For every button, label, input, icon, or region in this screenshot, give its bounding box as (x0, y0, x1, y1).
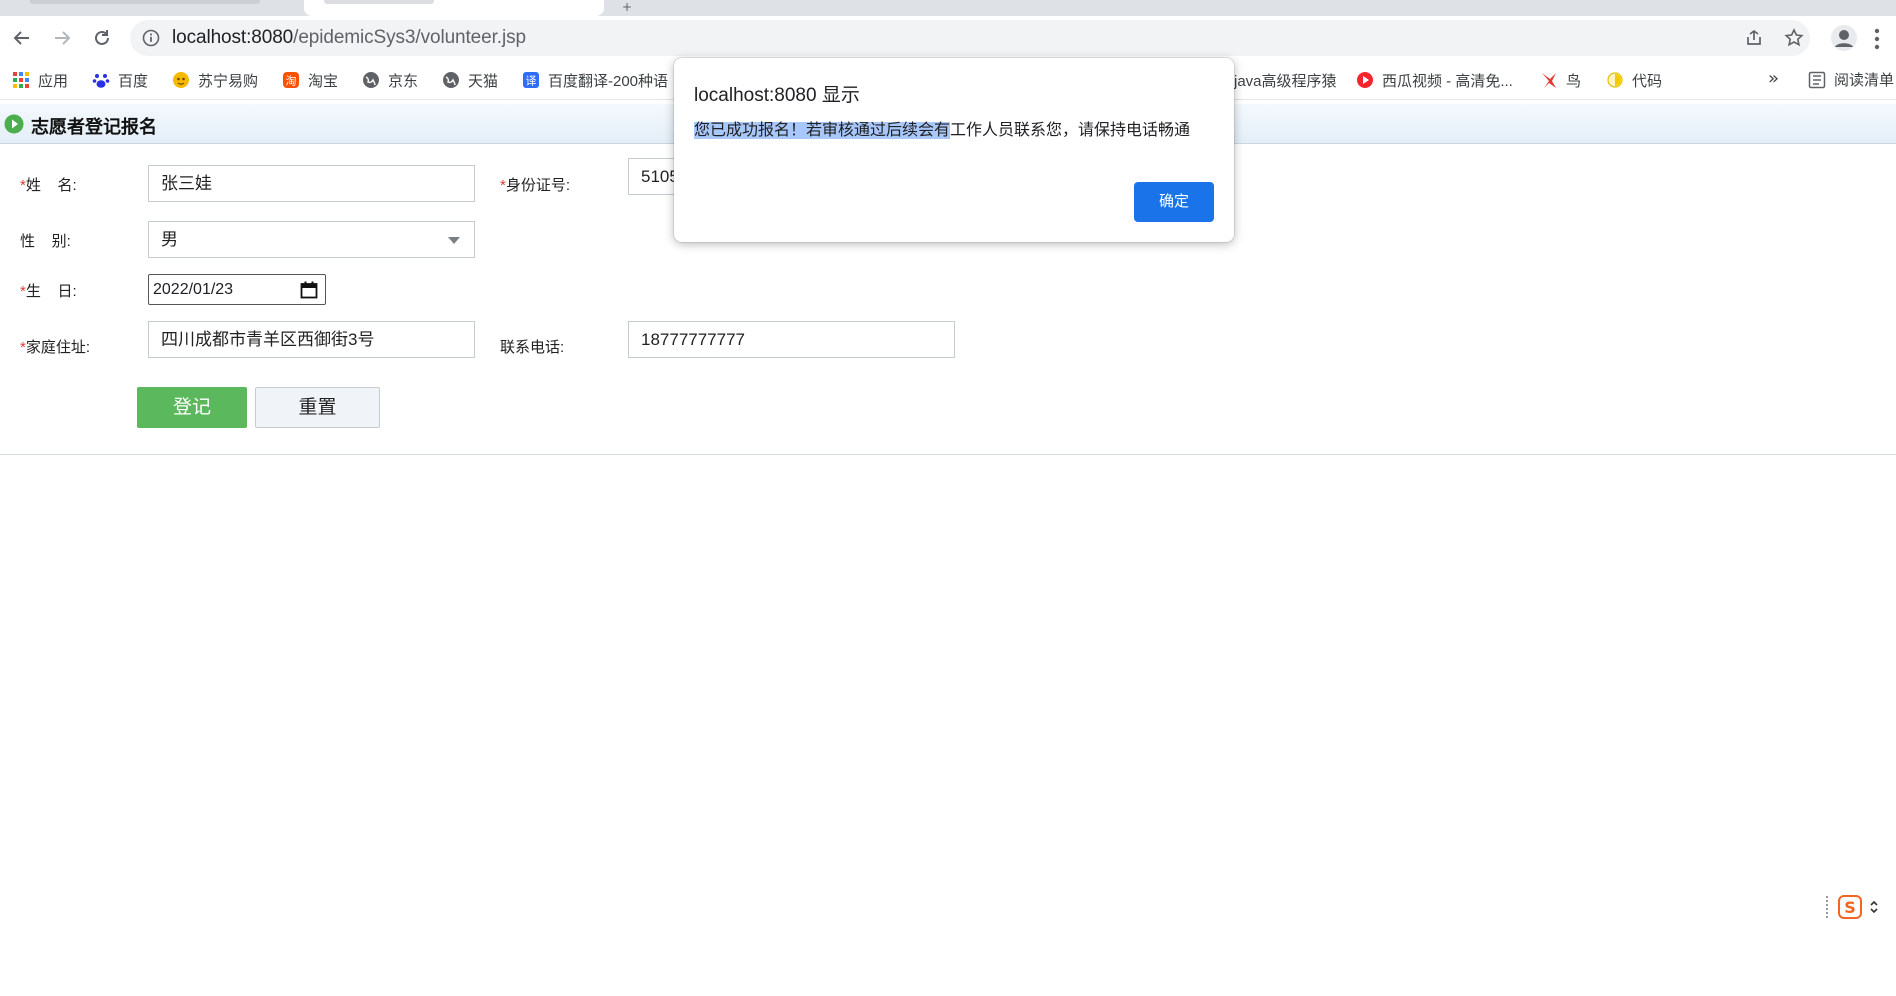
birthday-date-input[interactable]: 2022/01/23 (148, 274, 326, 305)
arrow-right-icon (55, 31, 71, 45)
bookmark-apps[interactable]: 应用 (12, 69, 68, 91)
bookmark-label: 西瓜视频 - 高清免... (1382, 72, 1513, 90)
bookmark-xigua[interactable]: 西瓜视频 - 高清免... (1356, 69, 1513, 91)
bookmark-tmall[interactable]: 天猫 (442, 69, 498, 91)
url-text[interactable]: localhost:8080/epidemicSys3/volunteer.js… (172, 27, 526, 49)
more-menu-icon[interactable] (1874, 28, 1880, 50)
phone-input[interactable]: 18777777777 (628, 321, 955, 358)
birthday-value: 2022/01/23 (153, 281, 234, 298)
dialog-title: localhost:8080 显示 (694, 85, 860, 106)
reset-button[interactable]: 重置 (255, 387, 380, 428)
reading-list-label: 阅读清单 (1834, 72, 1895, 89)
bookmark-label: 天猫 (468, 72, 499, 90)
profile-avatar-icon[interactable] (1830, 24, 1858, 52)
reload-icon (95, 30, 109, 45)
svg-text:淘: 淘 (286, 75, 297, 88)
url-path: /epidemicSys3/volunteer.jsp (293, 27, 526, 48)
bird-icon (1542, 73, 1556, 88)
bookmark-label: 百度翻译-200种语 (548, 72, 669, 90)
bookmark-code[interactable]: 代码 (1606, 69, 1662, 91)
address-bar[interactable]: localhost:8080/epidemicSys3/volunteer.js… (130, 20, 1810, 56)
bookmark-taobao[interactable]: 淘 淘宝 (282, 69, 338, 91)
bookmark-baidu-translate[interactable]: 译 百度翻译-200种语 (522, 69, 668, 91)
address-input[interactable]: 四川成都市青羊区西御街3号 (148, 321, 475, 358)
bookmarks-more-icon[interactable]: » (1768, 68, 1779, 89)
sogou-logo-icon: S (1838, 895, 1862, 919)
forward-button[interactable] (46, 22, 78, 54)
reading-list-button[interactable]: 阅读清单 (1808, 69, 1894, 90)
arrow-left-icon (13, 31, 29, 45)
tab-current[interactable] (304, 0, 604, 16)
bookmark-suning[interactable]: 苏宁易购 (172, 69, 258, 91)
xigua-icon (1357, 72, 1373, 88)
dialog-message[interactable]: 您已成功报名！若审核通过后续会有工作人员联系您，请保持电话畅通 (694, 116, 1190, 140)
url-host: localhost:8080 (172, 27, 294, 48)
bookmark-label: 百度 (118, 72, 149, 90)
tab-previous-title-fragment (30, 0, 260, 4)
chevron-down-icon (448, 237, 460, 244)
bookmark-baidu[interactable]: 百度 (92, 69, 148, 91)
bookmark-label: 鸟 (1566, 72, 1582, 90)
share-icon[interactable] (1744, 28, 1764, 48)
play-circle-icon (4, 114, 24, 134)
bookmark-bird[interactable]: 鸟 (1540, 69, 1581, 91)
apps-grid-icon (13, 72, 29, 88)
star-icon[interactable] (1784, 28, 1804, 48)
address-label-text: 家庭住址: (25, 339, 91, 356)
bookmark-label: 代码 (1632, 72, 1663, 90)
ime-menu-icon[interactable] (1870, 899, 1878, 915)
bookmark-label: 淘宝 (308, 72, 339, 90)
svg-text:译: 译 (526, 75, 537, 88)
bookmark-label: 苏宁易购 (198, 72, 259, 90)
tab-current-title-fragment (324, 0, 434, 4)
globe-icon (363, 72, 379, 88)
taobao-icon: 淘 (283, 72, 299, 88)
dialog-ok-button[interactable]: 确定 (1134, 182, 1214, 222)
new-tab-icon[interactable]: + (622, 0, 632, 14)
idcard-label: *身份证号: (500, 174, 570, 195)
phone-label: 联系电话: (500, 339, 565, 356)
name-input[interactable]: 张三娃 (148, 165, 475, 202)
gender-label: 性 别: (20, 233, 71, 250)
calendar-icon[interactable] (300, 281, 318, 299)
info-icon[interactable] (142, 29, 160, 47)
tab-strip: + (0, 0, 1896, 16)
translate-icon: 译 (523, 72, 539, 88)
code-icon (1607, 72, 1623, 88)
tab-previous[interactable] (10, 0, 300, 16)
ime-toolbar[interactable]: S (1826, 892, 1886, 922)
birthday-label: *生 日: (20, 280, 77, 301)
globe-icon (443, 72, 459, 88)
bookmark-java[interactable]: java高级程序猿 (1234, 69, 1337, 91)
idcard-label-text: 身份证号: (505, 177, 571, 194)
baidu-paw-icon (92, 74, 110, 88)
bookmark-label: java高级程序猿 (1234, 72, 1337, 90)
suning-icon (173, 72, 189, 88)
alert-dialog: localhost:8080 显示 您已成功报名！若审核通过后续会有工作人员联系… (674, 58, 1234, 242)
reading-list-icon (1808, 71, 1826, 88)
gender-select[interactable]: 男 (148, 221, 475, 258)
bookmark-jd[interactable]: 京东 (362, 69, 418, 91)
bookmark-label: 应用 (38, 72, 69, 90)
address-label: *家庭住址: (20, 336, 90, 357)
back-button[interactable] (6, 22, 38, 54)
page-title: 志愿者登记报名 (31, 117, 157, 137)
name-label-text: 姓 名: (25, 177, 77, 194)
submit-button[interactable]: 登记 (137, 387, 247, 428)
svg-text:S: S (1844, 898, 1856, 917)
name-label: *姓 名: (20, 174, 77, 195)
reload-button[interactable] (86, 22, 118, 54)
dialog-message-selected: 您已成功报名！若审核通过后续会有 (694, 122, 951, 139)
gender-selected-value: 男 (161, 230, 178, 249)
bookmark-label: 京东 (388, 72, 419, 90)
dialog-message-rest: 工作人员联系您，请保持电话畅通 (950, 122, 1191, 139)
birthday-label-text: 生 日: (25, 283, 77, 300)
ime-drag-handle[interactable] (1826, 896, 1828, 918)
form-divider (0, 454, 1896, 455)
browser-toolbar: localhost:8080/epidemicSys3/volunteer.js… (0, 16, 1896, 60)
